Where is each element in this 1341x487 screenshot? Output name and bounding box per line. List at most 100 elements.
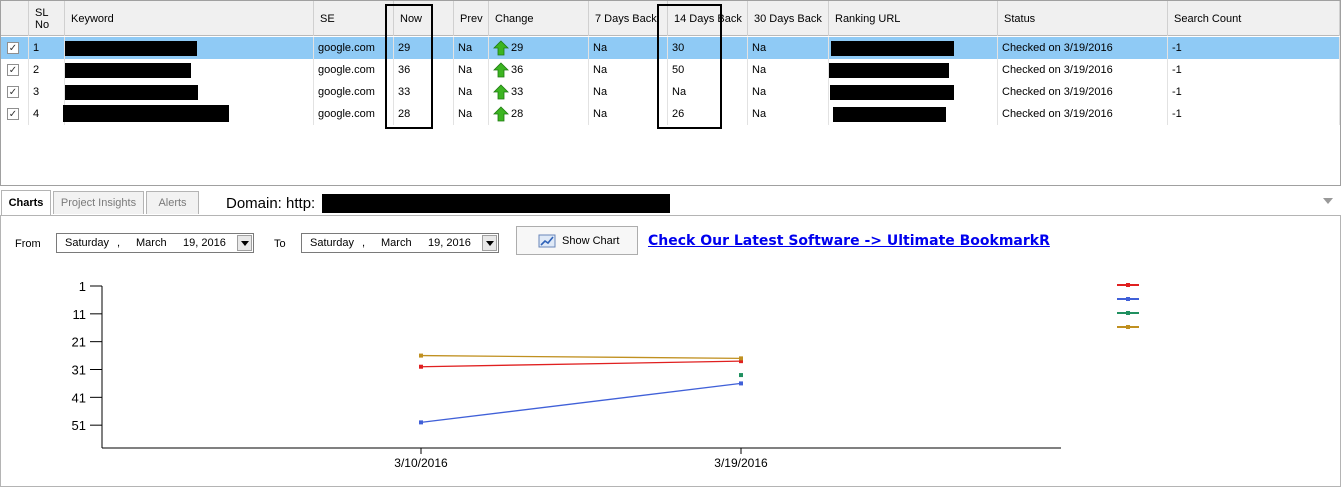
cell-status: Checked on 3/19/2016 (998, 59, 1168, 81)
keyword-ranking-grid: SL No Keyword SE Now Prev Change 7 Days Back 14… (0, 0, 1341, 186)
ranking-chart: 111213141513/10/2016 3/19/2016 (72, 279, 1139, 470)
cell-se-text: google.com (318, 42, 375, 54)
series-point (739, 381, 743, 386)
cell-30-days-back: Na (748, 103, 829, 125)
row-checkbox-cell: ✓ (1, 37, 29, 59)
cell-30-days-back-text: Na (752, 64, 767, 76)
cell-prev-text: Na (458, 108, 473, 120)
row-checkbox[interactable]: ✓ (7, 64, 19, 76)
cell-30-days-back: Na (748, 81, 829, 103)
cell-7-days-back-text: Na (593, 42, 608, 54)
cell-sl-text: 1 (33, 42, 40, 54)
cell-sl-text: 4 (33, 108, 40, 120)
charts-panel: From Saturday , March 19, 2016 To Saturd… (0, 215, 1341, 487)
cell-change: 36 (489, 59, 589, 81)
up-arrow-icon (493, 84, 509, 100)
ranking-url-redacted (833, 107, 946, 122)
cell-sl: 4 (29, 103, 65, 125)
column-header-prev[interactable]: Prev (454, 1, 489, 36)
cell-sl-text: 2 (33, 64, 40, 76)
up-arrow-icon (493, 40, 509, 56)
cell-prev-text: Na (458, 86, 473, 98)
cell-se-text: google.com (318, 86, 375, 98)
cell-search-count-text: -1 (1172, 108, 1182, 120)
collapse-arrow-icon[interactable] (1323, 198, 1333, 204)
up-arrow-icon (493, 106, 509, 122)
keyword-redacted (63, 105, 229, 122)
cell-status-text: Checked on 3/19/2016 (1002, 86, 1113, 98)
cell-prev: Na (454, 59, 489, 81)
series-point (739, 356, 743, 361)
cell-se-text: google.com (318, 108, 375, 120)
cell-7-days-back-text: Na (593, 86, 608, 98)
y-tick-label: 1 (79, 279, 86, 294)
cell-prev-text: Na (458, 64, 473, 76)
x-tick-label: 3/10/2016 (394, 456, 448, 470)
cell-change-text: 29 (511, 42, 524, 54)
cell-change-text: 36 (511, 64, 524, 76)
domain-label: Domain: http: (226, 195, 316, 212)
cell-sl-text: 3 (33, 86, 40, 98)
y-tick-label: 41 (72, 390, 86, 405)
tab-project-insights[interactable]: Project Insights (53, 191, 144, 214)
series-point (739, 373, 743, 378)
14-days-back-column-highlight (657, 4, 722, 129)
row-checkbox-cell: ✓ (1, 59, 29, 81)
y-tick-label: 51 (72, 418, 86, 433)
cell-status: Checked on 3/19/2016 (998, 81, 1168, 103)
keyword-redacted (65, 63, 191, 78)
cell-status-text: Checked on 3/19/2016 (1002, 108, 1113, 120)
series-point (419, 420, 423, 425)
cell-change-text: 33 (511, 86, 524, 98)
cell-30-days-back: Na (748, 59, 829, 81)
cell-30-days-back: Na (748, 37, 829, 59)
cell-sl: 3 (29, 81, 65, 103)
cell-status: Checked on 3/19/2016 (998, 37, 1168, 59)
cell-sl: 2 (29, 59, 65, 81)
legend-marker (1126, 297, 1130, 301)
domain-redacted (322, 194, 670, 213)
column-header-count[interactable]: Search Count (1168, 1, 1340, 36)
series-point (419, 364, 423, 369)
cell-30-days-back-text: Na (752, 42, 767, 54)
row-checkbox[interactable]: ✓ (7, 42, 19, 54)
tab-charts[interactable]: Charts (1, 190, 51, 215)
column-header-d30[interactable]: 30 Days Back (748, 1, 829, 36)
series-line (420, 382, 742, 424)
column-header-check[interactable] (1, 1, 29, 36)
cell-sl: 1 (29, 37, 65, 59)
cell-search-count-text: -1 (1172, 86, 1182, 98)
cell-prev: Na (454, 81, 489, 103)
cell-se: google.com (314, 59, 394, 81)
cell-search-count: -1 (1168, 37, 1340, 59)
row-checkbox-cell: ✓ (1, 103, 29, 125)
column-header-change[interactable]: Change (489, 1, 589, 36)
x-tick-label: 3/19/2016 (714, 456, 768, 470)
cell-change: 29 (489, 37, 589, 59)
column-header-sl[interactable]: SL No (29, 1, 65, 36)
y-tick-label: 11 (73, 307, 87, 322)
y-tick-label: 21 (72, 335, 86, 350)
row-checkbox[interactable]: ✓ (7, 86, 19, 98)
row-checkbox-cell: ✓ (1, 81, 29, 103)
ranking-url-redacted (831, 41, 954, 56)
column-header-url[interactable]: Ranking URL (829, 1, 998, 36)
legend-marker (1126, 311, 1130, 315)
keyword-redacted (65, 41, 197, 56)
column-header-status[interactable]: Status (998, 1, 1168, 36)
cell-prev-text: Na (458, 42, 473, 54)
cell-search-count-text: -1 (1172, 64, 1182, 76)
cell-status-text: Checked on 3/19/2016 (1002, 64, 1113, 76)
column-header-se[interactable]: SE (314, 1, 394, 36)
keyword-redacted (65, 85, 198, 100)
cell-search-count-text: -1 (1172, 42, 1182, 54)
cell-se: google.com (314, 103, 394, 125)
cell-prev: Na (454, 103, 489, 125)
tab-alerts[interactable]: Alerts (146, 191, 199, 214)
cell-7-days-back-text: Na (593, 64, 608, 76)
row-checkbox[interactable]: ✓ (7, 108, 19, 120)
cell-30-days-back-text: Na (752, 108, 767, 120)
series-line (420, 360, 742, 368)
cell-search-count: -1 (1168, 59, 1340, 81)
column-header-keyword[interactable]: Keyword (65, 1, 314, 36)
